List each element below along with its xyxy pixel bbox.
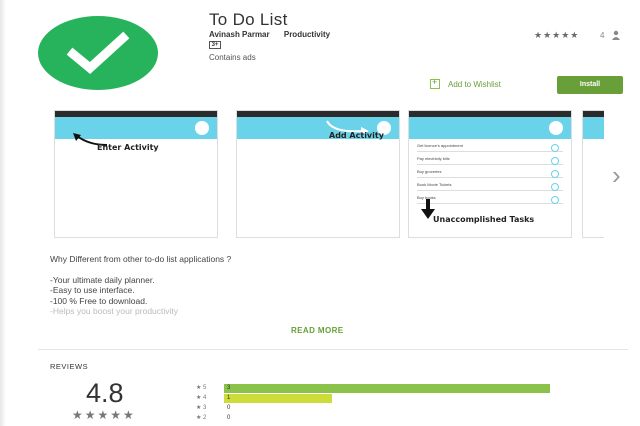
- histogram-count: 0: [227, 405, 231, 411]
- histogram-label: ★ 5: [196, 385, 207, 391]
- carousel-next-icon[interactable]: ›: [612, 160, 621, 191]
- screenshot-2[interactable]: Add Activity: [236, 110, 400, 238]
- divider: [38, 349, 628, 350]
- task-item: Buy groceries: [417, 169, 563, 178]
- screenshot-caption: Add Activity: [329, 131, 384, 140]
- screenshot-1[interactable]: Enter Activity: [54, 110, 218, 238]
- histogram-bar: [224, 384, 550, 393]
- average-score: 4.8: [86, 378, 124, 408]
- ads-notice: Contains ads: [209, 53, 256, 62]
- description-line: -100 % Free to download.: [50, 295, 148, 306]
- app-bar: [583, 117, 604, 139]
- rating-histogram: ★ 5 3 ★ 4 1 ★ 3 0 ★ 2 0: [196, 383, 596, 423]
- header-rating-count: 4: [600, 31, 605, 40]
- content-rating-badge: 3+: [209, 41, 221, 49]
- screenshot-caption: Unaccomplished Tasks: [433, 215, 535, 224]
- task-item: Pay electricity bills: [417, 156, 563, 165]
- histogram-row: ★ 5 3: [196, 383, 596, 393]
- category-link[interactable]: Productivity: [284, 30, 330, 39]
- task-item: Buy books: [417, 195, 563, 204]
- screenshot-3[interactable]: Get licence's appointment Pay electricit…: [408, 110, 572, 238]
- header-star-rating: ★★★★★: [534, 30, 580, 40]
- app-icon: [38, 16, 158, 90]
- app-description: Why Different from other to-do list appl…: [50, 254, 231, 317]
- histogram-count: 0: [227, 415, 231, 421]
- description-line: -Easy to use interface.: [50, 285, 135, 295]
- screenshot-4[interactable]: [582, 110, 604, 238]
- add-to-wishlist-button[interactable]: Add to Wishlist: [430, 77, 501, 89]
- person-icon: [612, 30, 620, 40]
- histogram-count: 1: [227, 395, 231, 401]
- histogram-label: ★ 4: [196, 395, 207, 401]
- description-heading: Why Different from other to-do list appl…: [50, 254, 232, 264]
- wishlist-icon: [430, 77, 440, 89]
- histogram-count: 3: [227, 385, 231, 391]
- screenshot-caption: Enter Activity: [97, 143, 159, 152]
- add-icon: [195, 121, 209, 135]
- app-title: To Do List: [209, 10, 288, 29]
- add-icon: [549, 121, 563, 135]
- app-meta: Avinash Parmar Productivity: [209, 30, 330, 39]
- wishlist-label: Add to Wishlist: [448, 79, 501, 89]
- read-more-button[interactable]: READ MORE: [291, 326, 344, 335]
- screenshot-carousel[interactable]: Enter Activity Add Activity Get licence'…: [54, 110, 604, 238]
- histogram-bar: [224, 394, 332, 403]
- histogram-row: ★ 2 0: [196, 413, 596, 423]
- description-line: -Your ultimate daily planner.: [50, 274, 155, 285]
- install-button[interactable]: Install: [557, 76, 623, 94]
- app-bar: [409, 117, 571, 139]
- description-line: -Helps you boost your productivity: [50, 306, 179, 316]
- histogram-label: ★ 3: [196, 405, 207, 411]
- task-item: Get licence's appointment: [417, 143, 563, 152]
- reviews-heading: REVIEWS: [50, 362, 89, 371]
- histogram-row: ★ 4 1: [196, 393, 596, 403]
- app-detail-page: To Do List Avinash Parmar Productivity 3…: [0, 0, 640, 426]
- average-stars: ★★★★★: [72, 408, 136, 422]
- task-item: Book Movie Tickets: [417, 182, 563, 191]
- developer-link[interactable]: Avinash Parmar: [209, 30, 270, 39]
- histogram-row: ★ 3 0: [196, 403, 596, 413]
- histogram-label: ★ 2: [196, 415, 207, 421]
- left-shadow: [0, 0, 6, 426]
